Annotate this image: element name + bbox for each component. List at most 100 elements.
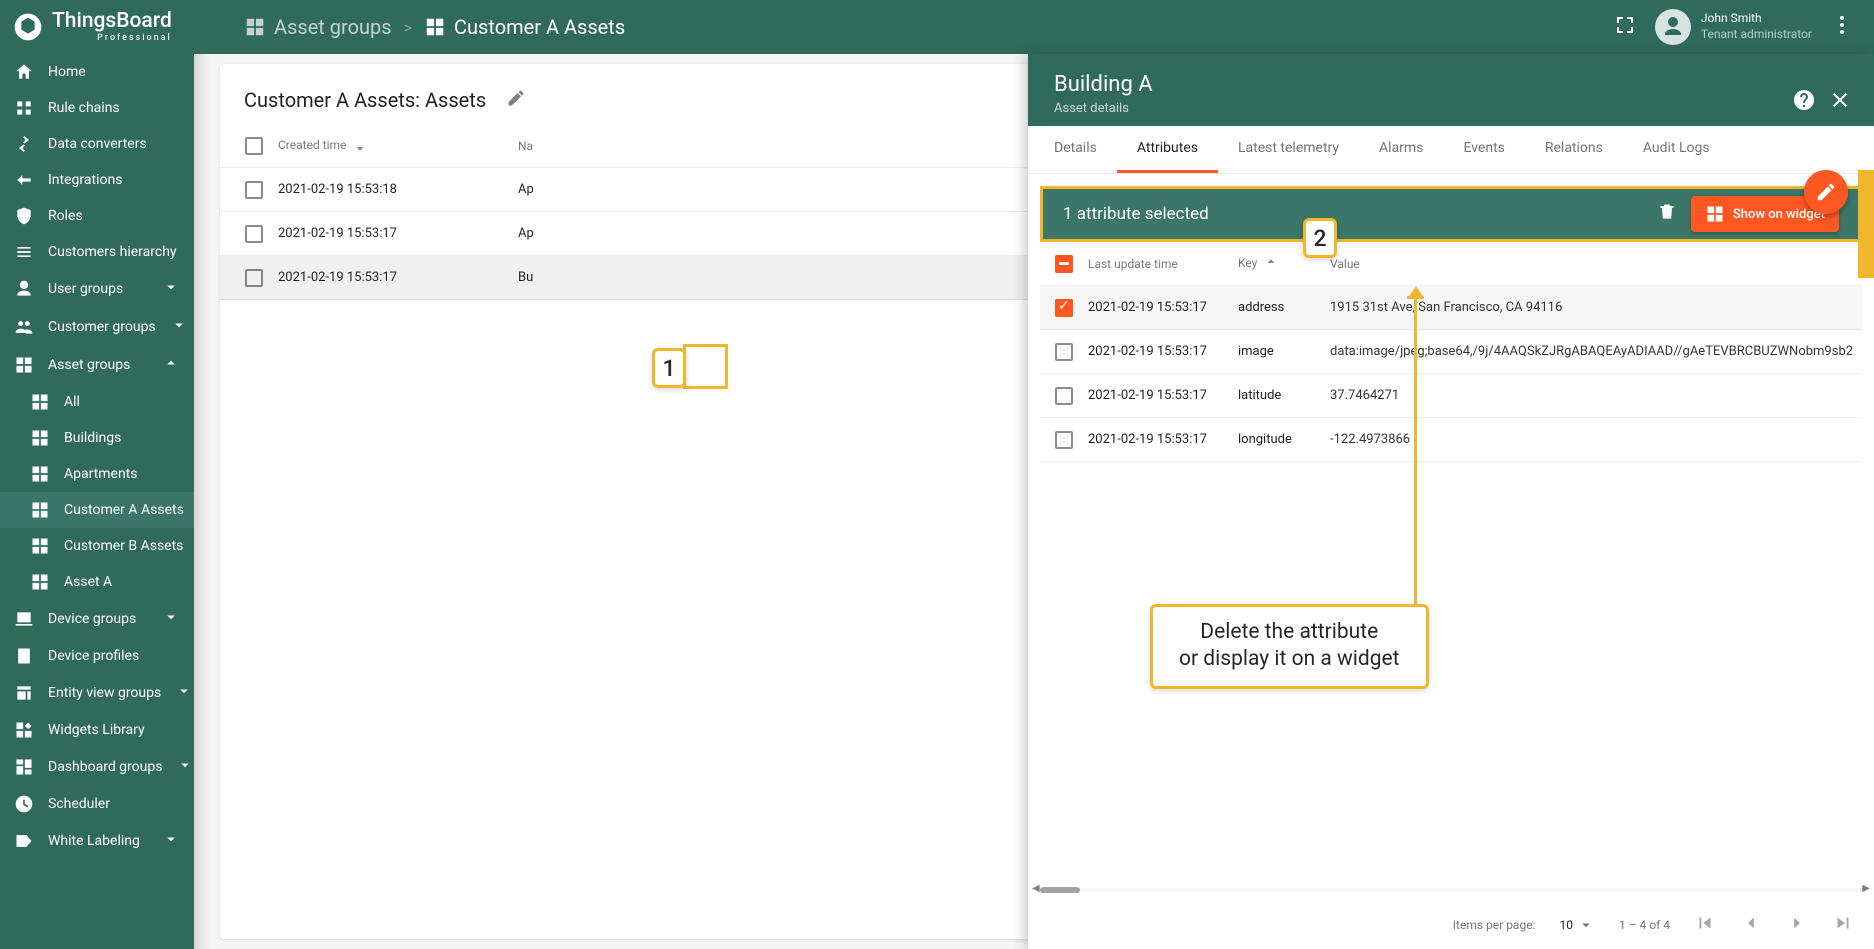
- sidebar[interactable]: Home Rule chains Data convertersIntegratio…: [0, 54, 194, 949]
- chevron-down-icon[interactable]: [162, 830, 180, 852]
- col-lut[interactable]: Last update time: [1088, 257, 1238, 271]
- asset-icon: [30, 392, 50, 412]
- row-checkbox[interactable]: [245, 269, 263, 287]
- sidebar-item-asset-groups[interactable]: Asset groups: [0, 346, 194, 384]
- sidebar-item-device-groups[interactable]: Device groups: [0, 600, 194, 638]
- selection-bar: 1 attribute selected Show on widget: [1040, 186, 1862, 242]
- checkbox-indeterminate[interactable]: [1055, 255, 1073, 273]
- chevron-down-icon[interactable]: [162, 608, 180, 630]
- sidebar-item-customer-a-assets[interactable]: Customer A Assets: [0, 492, 194, 528]
- pager-next-icon[interactable]: [1786, 912, 1808, 937]
- pager-last-icon[interactable]: [1832, 912, 1854, 937]
- logo[interactable]: ThingsBoard Professional: [12, 11, 224, 43]
- sidebar-item-customer-b-assets[interactable]: Customer B Assets: [0, 528, 194, 564]
- ipp-label: Items per page:: [1453, 918, 1536, 932]
- help-icon[interactable]: [1792, 88, 1816, 116]
- sidebar-item-integrations[interactable]: Integrations: [0, 162, 194, 198]
- rule-icon: [14, 98, 34, 118]
- attr-key: image: [1238, 344, 1330, 359]
- sidebar-item-buildings[interactable]: Buildings: [0, 420, 194, 456]
- horizontal-scrollbar[interactable]: ◀ ▶: [1040, 885, 1862, 895]
- chevron-down-icon[interactable]: [162, 278, 180, 300]
- attr-checkbox[interactable]: [1055, 387, 1073, 405]
- row-checkbox[interactable]: [245, 225, 263, 243]
- sidebar-item-label: Customer A Assets: [64, 502, 184, 518]
- drawer-header: Building A Asset details: [1028, 54, 1874, 126]
- tab-audit-logs[interactable]: Audit Logs: [1623, 126, 1730, 173]
- sidebar-item-customers-hierarchy[interactable]: Customers hierarchy: [0, 234, 194, 270]
- breadcrumb-root[interactable]: Asset groups: [244, 15, 392, 39]
- sidebar-item-roles[interactable]: Roles: [0, 198, 194, 234]
- home-icon: [14, 62, 34, 82]
- sidebar-item-customer-groups[interactable]: Customer groups: [0, 308, 194, 346]
- col-value[interactable]: Value: [1330, 257, 1852, 271]
- sidebar-item-apartments[interactable]: Apartments: [0, 456, 194, 492]
- checkbox-all[interactable]: [245, 137, 263, 155]
- attr-checkbox[interactable]: [1055, 343, 1073, 361]
- sidebar-item-home[interactable]: Home: [0, 54, 194, 90]
- chevron-down-icon[interactable]: [176, 756, 194, 778]
- attr-row[interactable]: 2021-02-19 15:53:17imagedata:image/jpeg;…: [1040, 330, 1862, 374]
- fab-edit[interactable]: [1804, 170, 1848, 214]
- selection-text: 1 attribute selected: [1063, 204, 1209, 224]
- sidebar-item-label: Device profiles: [48, 648, 139, 664]
- attr-row[interactable]: 2021-02-19 15:53:17latitude37.7464271: [1040, 374, 1862, 418]
- cell-created: 2021-02-19 15:53:17: [278, 226, 518, 241]
- edit-icon[interactable]: [506, 88, 526, 112]
- sidebar-item-asset-a[interactable]: Asset A: [0, 564, 194, 600]
- sidebar-item-label: Asset A: [64, 574, 112, 590]
- sidebar-item-white-labeling[interactable]: White Labeling: [0, 822, 194, 860]
- sidebar-item-data-converters[interactable]: Data converters: [0, 126, 194, 162]
- attr-header: Last update time Key Value: [1040, 242, 1862, 286]
- sidebar-item-label: Widgets Library: [48, 722, 145, 738]
- sidebar-item-label: Asset groups: [48, 357, 130, 373]
- drawer: Building A Asset details DetailsAttribut…: [1028, 54, 1874, 949]
- row-checkbox[interactable]: [245, 181, 263, 199]
- tab-latest-telemetry[interactable]: Latest telemetry: [1218, 126, 1359, 173]
- sidebar-item-user-groups[interactable]: User groups: [0, 270, 194, 308]
- pager-first-icon[interactable]: [1694, 912, 1716, 937]
- more-icon[interactable]: [1830, 13, 1854, 41]
- sidebar-item-widgets-library[interactable]: Widgets Library: [0, 712, 194, 748]
- tab-details[interactable]: Details: [1034, 126, 1117, 173]
- profile-icon: [14, 646, 34, 666]
- sidebar-item-entity-view-groups[interactable]: Entity view groups: [0, 674, 194, 712]
- chevron-down-icon[interactable]: [170, 316, 188, 338]
- sort-asc-icon[interactable]: [1260, 256, 1278, 270]
- attr-value: 1915 31st Ave, San Francisco, CA 94116: [1330, 300, 1852, 315]
- fullscreen-icon[interactable]: [1613, 13, 1637, 41]
- attr-checkbox[interactable]: [1055, 299, 1073, 317]
- sidebar-item-label: Scheduler: [48, 796, 110, 812]
- tab-relations[interactable]: Relations: [1525, 126, 1623, 173]
- ipp-select[interactable]: 10: [1559, 916, 1595, 934]
- asset-icon: [30, 428, 50, 448]
- card-title: Customer A Assets: Assets: [244, 88, 486, 112]
- user-block[interactable]: John Smith Tenant administrator: [1655, 9, 1812, 45]
- sidebar-item-dashboard-groups[interactable]: Dashboard groups: [0, 748, 194, 786]
- sidebar-item-label: All: [64, 394, 80, 410]
- tab-events[interactable]: Events: [1443, 126, 1524, 173]
- sidebar-item-all[interactable]: All: [0, 384, 194, 420]
- user-name: John Smith: [1701, 11, 1812, 27]
- attr-lut: 2021-02-19 15:53:17: [1088, 388, 1238, 403]
- chevron-down-icon[interactable]: [175, 682, 193, 704]
- sidebar-item-rule-chains[interactable]: Rule chains: [0, 90, 194, 126]
- tab-attributes[interactable]: Attributes: [1117, 126, 1218, 173]
- col-key[interactable]: Key: [1238, 256, 1257, 270]
- sort-desc-icon[interactable]: [349, 138, 367, 152]
- pager-prev-icon[interactable]: [1740, 912, 1762, 937]
- sidebar-item-device-profiles[interactable]: Device profiles: [0, 638, 194, 674]
- sidebar-item-label: Buildings: [64, 430, 121, 446]
- chevron-up-icon[interactable]: [162, 354, 180, 376]
- delete-icon[interactable]: [1657, 202, 1677, 227]
- attr-row[interactable]: 2021-02-19 15:53:17address1915 31st Ave,…: [1040, 286, 1862, 330]
- cell-created: 2021-02-19 15:53:18: [278, 182, 518, 197]
- col-created[interactable]: Created time: [278, 138, 346, 152]
- tab-alarms[interactable]: Alarms: [1359, 126, 1443, 173]
- attr-checkbox[interactable]: [1055, 431, 1073, 449]
- attr-row[interactable]: 2021-02-19 15:53:17longitude-122.4973866: [1040, 418, 1862, 462]
- sidebar-item-scheduler[interactable]: Scheduler: [0, 786, 194, 822]
- close-icon[interactable]: [1828, 88, 1852, 116]
- sidebar-item-label: Rule chains: [48, 100, 120, 116]
- sidebar-item-label: Customers hierarchy: [48, 244, 177, 260]
